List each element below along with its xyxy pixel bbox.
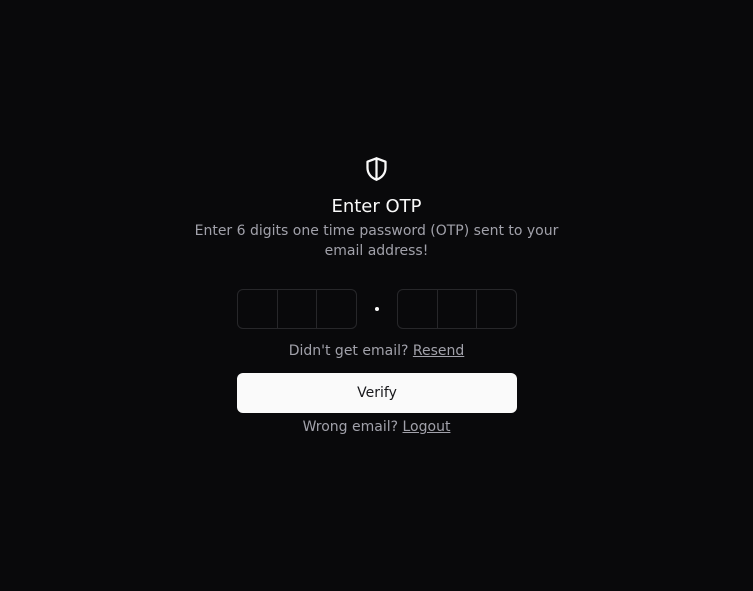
- logout-link[interactable]: Logout: [403, 419, 451, 435]
- otp-digit-2[interactable]: [278, 290, 318, 328]
- otp-digit-4[interactable]: [398, 290, 438, 328]
- otp-digit-5[interactable]: [438, 290, 478, 328]
- otp-digit-3[interactable]: [317, 290, 356, 328]
- resend-prompt: Didn't get email?: [288, 343, 409, 359]
- otp-separator-dot: [375, 307, 379, 311]
- otp-group-1: [237, 289, 357, 329]
- page-subtitle: Enter 6 digits one time password (OTP) s…: [194, 223, 559, 259]
- otp-page: Enter OTP Enter 6 digits one time passwo…: [0, 0, 753, 591]
- resend-line: Didn't get email? Resend: [0, 341, 753, 361]
- otp-group-2: [397, 289, 517, 329]
- logout-prompt: Wrong email?: [302, 419, 399, 435]
- page-title: Enter OTP: [331, 196, 422, 217]
- otp-digit-6[interactable]: [477, 290, 516, 328]
- shield-icon: [366, 157, 387, 181]
- verify-button[interactable]: Verify: [237, 373, 517, 413]
- resend-link[interactable]: Resend: [413, 343, 464, 359]
- logout-line: Wrong email? Logout: [0, 417, 753, 437]
- otp-digit-1[interactable]: [238, 290, 278, 328]
